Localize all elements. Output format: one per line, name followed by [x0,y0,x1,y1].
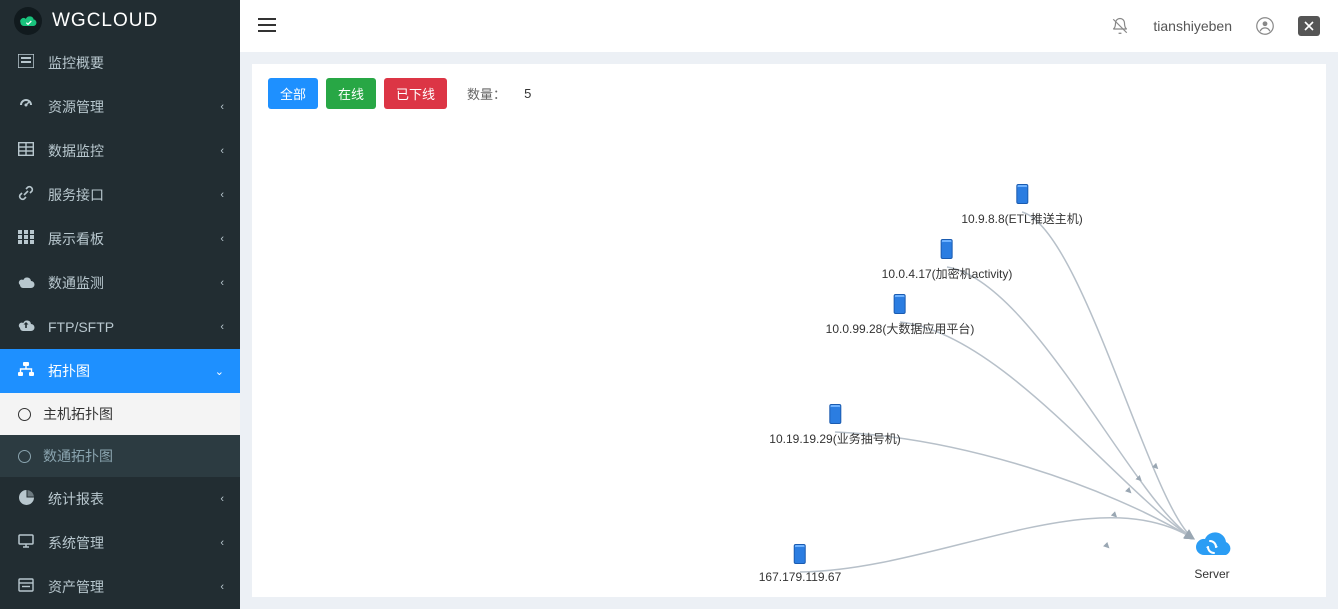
system-icon [16,534,36,552]
sidebar-submenu: 主机拓扑图数通拓扑图 [0,393,240,477]
host-icon [829,404,841,424]
host-node-2[interactable]: 10.0.99.28(大数据应用平台) [826,294,975,337]
upload-icon [16,318,36,336]
sidebar-item-8[interactable]: 统计报表‹ [0,477,240,521]
sidebar-item-5[interactable]: 数通监测‹ [0,261,240,305]
brand: WGCLOUD [0,0,240,41]
panel: 全部 在线 已下线 数量： 5 10.9.8.8(ETL推送主机) 10.0.4.… [252,64,1326,597]
sidebar-item-9[interactable]: 系统管理‹ [0,521,240,565]
sidebar-item-7[interactable]: 拓扑图⌄ [0,349,240,393]
chevron-left-icon: ‹ [220,145,224,157]
edge-2 [900,322,1194,539]
cloud-icon [16,275,36,292]
notifications-off-icon[interactable] [1111,17,1129,35]
edge-mid-4 [1106,545,1107,546]
host-icon [941,239,953,259]
chevron-left-icon: ‹ [220,101,224,113]
summary-icon [16,54,36,72]
sidebar-item-4[interactable]: 展示看板‹ [0,217,240,261]
sidebar-item-0[interactable]: 监控概要 [0,41,240,85]
host-label: 10.0.4.17(加密机activity) [882,265,1013,282]
menu-toggle-icon[interactable] [258,16,276,37]
user-icon[interactable] [1256,17,1274,35]
sidebar-item-2[interactable]: 数据监控‹ [0,129,240,173]
topology-canvas: 10.9.8.8(ETL推送主机) 10.0.4.17(加密机activity) 1… [252,64,1326,597]
table-icon [16,142,36,160]
chevron-left-icon: ‹ [220,233,224,245]
sidebar-item-3[interactable]: 服务接口‹ [0,173,240,217]
brand-logo-icon [14,7,42,35]
close-button[interactable] [1298,16,1320,36]
host-icon [794,544,806,564]
sidebar-item-label: 统计报表 [48,489,220,509]
sidebar-item-label: 资产管理 [48,577,220,597]
circle-icon [18,408,31,421]
filter-offline-button[interactable]: 已下线 [384,78,447,109]
edge-mid-2 [1128,490,1129,491]
host-icon [1016,184,1028,204]
sidebar-item-label: 系统管理 [48,533,220,553]
chevron-left-icon: ‹ [220,277,224,289]
filter-online-button[interactable]: 在线 [326,78,376,109]
server-label: Server [1189,567,1235,581]
sidebar-item-label: 数通监测 [48,273,220,293]
sidebar-item-label: 资源管理 [48,97,220,117]
dashboard-icon [16,97,36,117]
topbar: tianshiyeben [240,0,1338,52]
sidebar-subitem-0[interactable]: 主机拓扑图 [0,393,240,435]
content: 全部 在线 已下线 数量： 5 10.9.8.8(ETL推送主机) 10.0.4.… [240,52,1338,609]
brand-name: WGCLOUD [52,10,158,32]
host-label: 10.9.8.8(ETL推送主机) [961,210,1082,227]
link-icon [16,185,36,205]
host-label: 10.0.99.28(大数据应用平台) [826,320,975,337]
host-node-3[interactable]: 10.19.19.29(业务抽号机) [769,404,900,447]
filter-all-button[interactable]: 全部 [268,78,318,109]
filter-bar: 全部 在线 已下线 数量： 5 [268,78,1310,109]
edge-mid-1 [1139,478,1140,479]
edge-1 [947,267,1194,539]
edge-3 [835,432,1194,539]
host-label: 167.179.119.67 [759,570,842,584]
count-value: 5 [524,86,531,101]
sidebar-item-label: 数据监控 [48,141,220,161]
chevron-left-icon: ‹ [220,537,224,549]
username[interactable]: tianshiyeben [1153,18,1232,34]
sidebar-item-label: 服务接口 [48,185,220,205]
edge-mid-0 [1155,466,1156,467]
sidebar-item-label: 展示看板 [48,229,220,249]
sidebar-subitem-label: 主机拓扑图 [43,404,113,424]
asset-icon [16,578,36,596]
sidebar-item-label: 拓扑图 [48,361,215,381]
host-icon [894,294,906,314]
count-label: 数量： [467,84,506,103]
circle-icon [18,450,31,463]
topology-edges [252,64,1326,597]
sidebar-item-6[interactable]: FTP/SFTP‹ [0,305,240,349]
chevron-left-icon: ‹ [220,189,224,201]
pie-icon [16,490,36,509]
sidebar-item-1[interactable]: 资源管理‹ [0,85,240,129]
sidebar-subitem-1[interactable]: 数通拓扑图 [0,435,240,477]
sidebar-item-label: 监控概要 [48,53,224,73]
host-node-1[interactable]: 10.0.4.17(加密机activity) [882,239,1013,282]
host-node-0[interactable]: 10.9.8.8(ETL推送主机) [961,184,1082,227]
host-label: 10.19.19.29(业务抽号机) [769,430,900,447]
chevron-left-icon: ‹ [220,493,224,505]
chevron-down-icon: ⌄ [215,365,224,378]
server-node[interactable]: Server [1189,529,1235,581]
edge-mid-3 [1114,514,1115,515]
grid-icon [16,230,36,248]
host-node-4[interactable]: 167.179.119.67 [759,544,842,584]
topology-icon [16,362,36,380]
edge-4 [800,518,1194,572]
sidebar-item-10[interactable]: 资产管理‹ [0,565,240,609]
sidebar-item-label: FTP/SFTP [48,319,220,335]
edge-0 [1022,212,1194,539]
chevron-left-icon: ‹ [220,581,224,593]
sidebar: WGCLOUD 监控概要资源管理‹数据监控‹服务接口‹展示看板‹数通监测‹FTP… [0,0,240,609]
sidebar-menu: 监控概要资源管理‹数据监控‹服务接口‹展示看板‹数通监测‹FTP/SFTP‹拓扑… [0,41,240,609]
sidebar-subitem-label: 数通拓扑图 [43,446,113,466]
chevron-left-icon: ‹ [220,321,224,333]
